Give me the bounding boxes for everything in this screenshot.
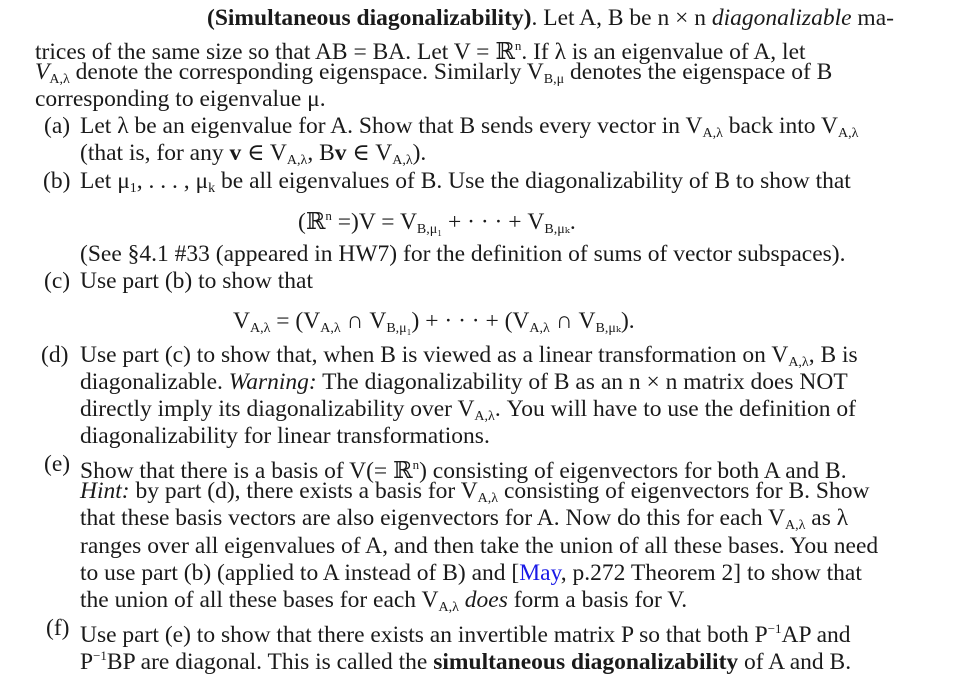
key-term: simultaneous diagonalizability <box>433 649 739 675</box>
problem-title: (Simultaneous diagonalizability) <box>207 5 532 31</box>
part-b-note: (See §4.1 #33 (appeared in HW7) for the … <box>80 241 846 267</box>
citation-link-may[interactable]: May <box>519 560 561 586</box>
part-label: (a) <box>44 113 71 139</box>
intro-line-4: corresponding to eigenvalue μ. <box>35 86 326 112</box>
part-e-line-4: ranges over all eigenvalues of A, and th… <box>80 533 879 559</box>
part-d-line-2: diagonalizable. Warning: The diagonaliza… <box>80 369 848 395</box>
part-f-line-2: P−1BP are diagonal. This is called the s… <box>80 648 852 675</box>
part-e-line-5: to use part (b) (applied to A instead of… <box>80 560 862 586</box>
intro-line-1: (Simultaneous diagonalizability). Let A,… <box>207 5 894 31</box>
part-d-line-4: diagonalizability for linear transformat… <box>80 423 490 449</box>
part-c-line-1: Use part (b) to show that <box>80 268 313 294</box>
part-label: (d) <box>41 342 69 368</box>
warning-label: Warning: <box>228 369 317 395</box>
part-label: (b) <box>43 168 71 194</box>
part-label: (e) <box>44 451 71 477</box>
part-label: (c) <box>44 268 71 294</box>
part-b-equation: (ℝn =)V = VB,μ₁ + · · · + VB,μₖ. <box>298 208 576 237</box>
part-c-equation: VA,λ = (VA,λ ∩ VB,μ₁) + · · · + (VA,λ ∩ … <box>233 308 635 336</box>
part-label: (f) <box>46 615 70 641</box>
part-b-line-1: Let μ1, . . . , μk be all eigenvalues of… <box>80 168 851 196</box>
hint-label: Hint: <box>80 478 130 504</box>
